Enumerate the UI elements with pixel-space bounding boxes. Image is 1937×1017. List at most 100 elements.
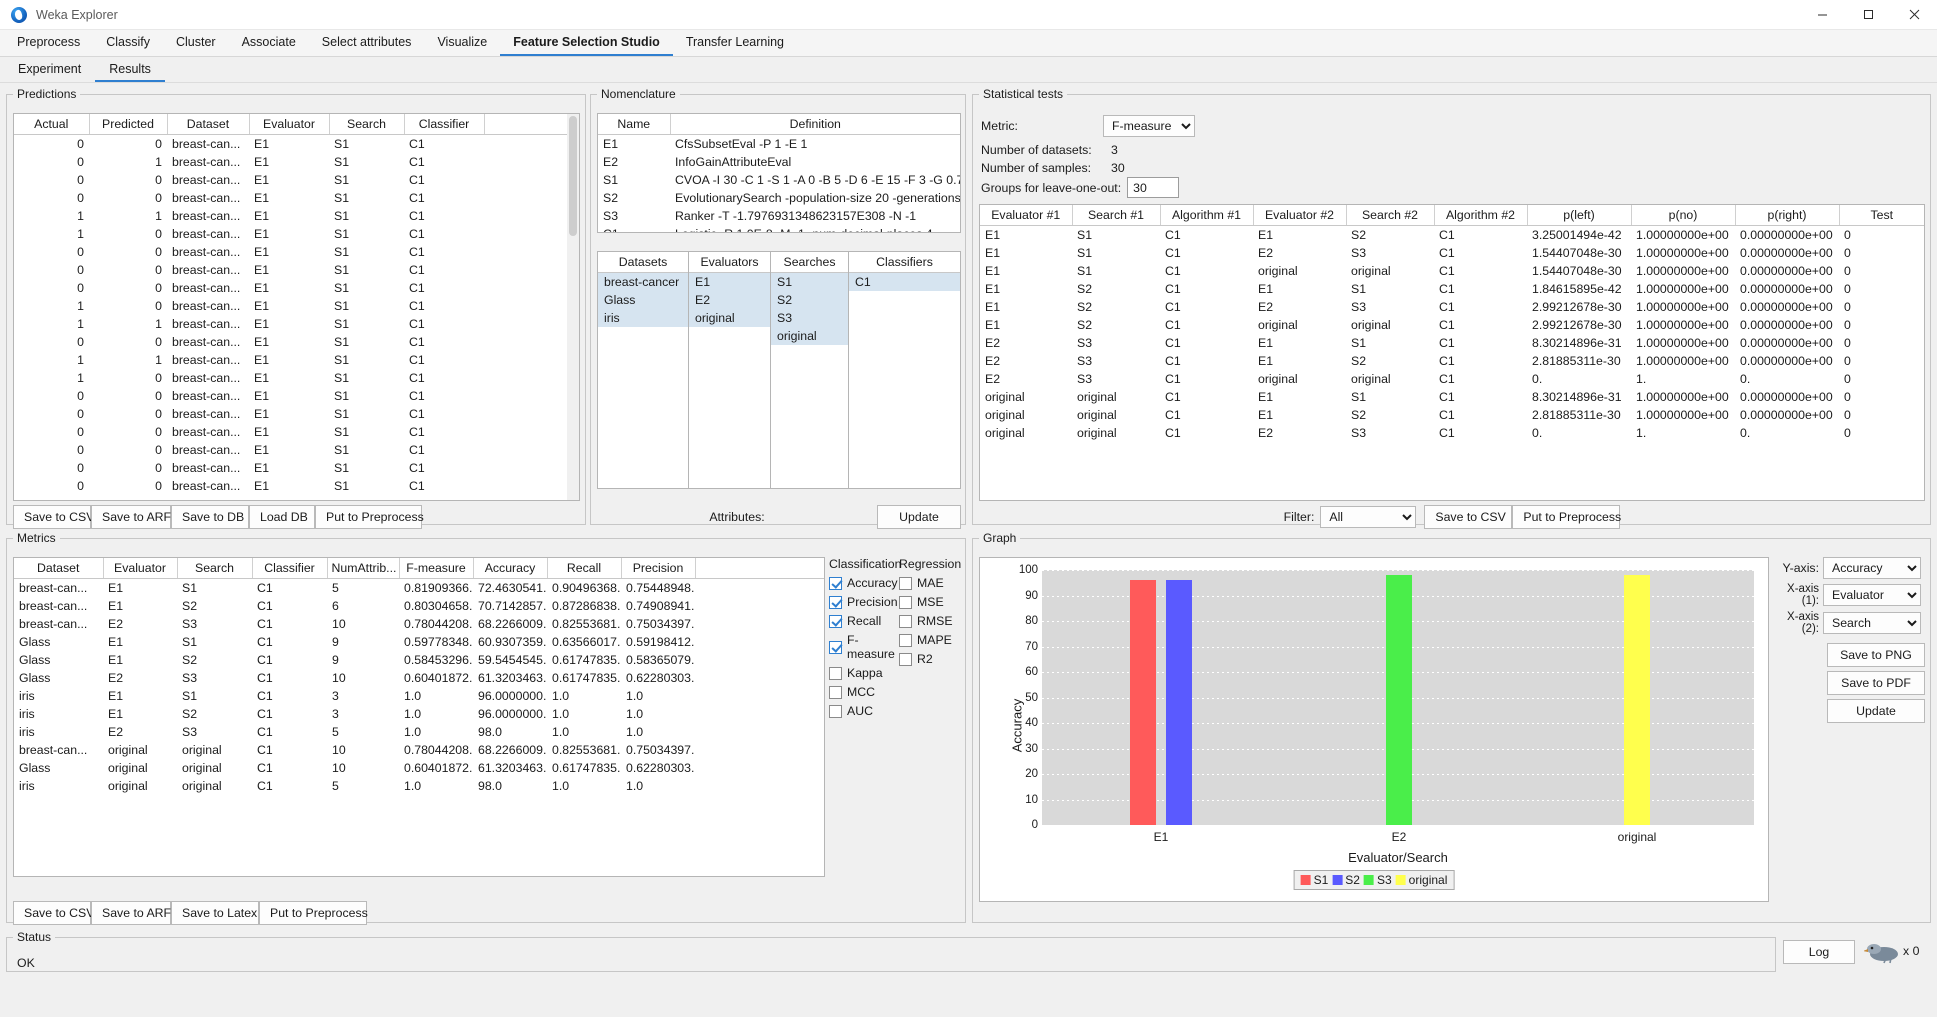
table-row[interactable]: 0 0 breast-can... E1 S1 C1 <box>14 423 579 441</box>
dataset-item[interactable]: iris <box>598 309 688 327</box>
table-row[interactable]: 1 0 breast-can... E1 S1 C1 <box>14 297 579 315</box>
col-m-recall[interactable]: Recall <box>547 558 622 579</box>
filter-select[interactable]: All <box>1320 506 1417 528</box>
col-algorithm-2[interactable]: Algorithm #2 <box>1434 205 1528 226</box>
col-p-left[interactable]: p(left) <box>1527 205 1632 226</box>
table-row[interactable]: Glass E2 S3 C1 10 0.60401872... 61.3203463... 0… <box>14 669 824 687</box>
table-row[interactable]: iris E2 S3 C1 5 1.0 98.0 1.0 1.0 <box>14 723 824 741</box>
metric-select[interactable]: F-measure <box>1103 115 1195 137</box>
checkbox-box[interactable] <box>899 614 912 628</box>
col-p-no[interactable]: p(no) <box>1631 205 1736 226</box>
table-row[interactable]: 0 0 breast-can... E1 S1 C1 <box>14 261 579 279</box>
table-row[interactable]: E1 S1 C1 E2 S3 C1 1.54407048e-30 1.00000000e+00… <box>980 244 1924 262</box>
metrics-save-csv-button[interactable]: Save to CSV <box>13 901 94 925</box>
col-m-precision[interactable]: Precision <box>621 558 696 579</box>
tab-results[interactable]: Results <box>95 57 165 82</box>
tab-experiment[interactable]: Experiment <box>4 57 95 82</box>
table-row[interactable]: 0 0 breast-can... E1 S1 C1 <box>14 333 579 351</box>
col-test[interactable]: Test <box>1839 205 1924 226</box>
table-row[interactable]: S3 Ranker -T -1.7976931348623157E308 -N -… <box>598 207 960 225</box>
classification-mcc-checkbox[interactable]: MCC <box>829 685 895 699</box>
classification-auc-checkbox[interactable]: AUC <box>829 704 895 718</box>
search-item[interactable]: S1 <box>771 273 848 291</box>
predictions-save-db-button[interactable]: Save to DB <box>171 505 249 529</box>
table-row[interactable]: 1 0 breast-can... E1 S1 C1 <box>14 225 579 243</box>
table-row[interactable]: E1 S1 C1 E1 S2 C1 3.25001494e-42 1.00000000e+00… <box>980 226 1924 245</box>
col-evaluator-2[interactable]: Evaluator #2 <box>1253 205 1347 226</box>
searches-listbox[interactable]: Searches S1 S2 S3 original <box>771 251 849 489</box>
x-axis2-select[interactable]: Search <box>1823 612 1921 634</box>
maximize-button[interactable] <box>1845 0 1891 30</box>
minimize-button[interactable] <box>1799 0 1845 30</box>
col-m-evaluator[interactable]: Evaluator <box>103 558 178 579</box>
tab-cluster[interactable]: Cluster <box>163 30 229 56</box>
table-row[interactable]: Glass E1 S2 C1 9 0.58453296... 59.5454545... 0.… <box>14 651 824 669</box>
col-evaluator[interactable]: Evaluator <box>249 114 330 135</box>
col-p-right[interactable]: p(right) <box>1735 205 1840 226</box>
checkbox-box[interactable] <box>829 640 842 654</box>
predictions-scrollbar-thumb[interactable] <box>569 116 577 236</box>
checkbox-box[interactable] <box>899 652 912 666</box>
predictions-put-to-preprocess-button[interactable]: Put to Preprocess <box>315 505 424 529</box>
table-row[interactable]: Glass original original C1 10 0.60401872... 61… <box>14 759 824 777</box>
search-item[interactable]: S3 <box>771 309 848 327</box>
table-row[interactable]: 0 0 breast-can... E1 S1 C1 <box>14 477 579 495</box>
table-row[interactable]: E2 InfoGainAttributeEval <box>598 153 960 171</box>
regression-mae-checkbox[interactable]: MAE <box>899 576 959 590</box>
tab-classify[interactable]: Classify <box>93 30 163 56</box>
x-axis1-select[interactable]: Evaluator <box>1823 584 1921 606</box>
checkbox-box[interactable] <box>829 666 842 680</box>
table-row[interactable]: breast-can... E1 S1 C1 5 0.81909366... 72.4630… <box>14 579 824 598</box>
table-row[interactable]: 0 0 breast-can... E1 S1 C1 <box>14 459 579 477</box>
tab-select-attributes[interactable]: Select attributes <box>309 30 425 56</box>
table-row[interactable]: iris E1 S1 C1 3 1.0 96.0000000... 1.0 1.0 <box>14 687 824 705</box>
table-row[interactable]: Glass E1 S1 C1 9 0.59778348... 60.9307359... 0.… <box>14 633 824 651</box>
tab-visualize[interactable]: Visualize <box>424 30 500 56</box>
tab-transfer-learning[interactable]: Transfer Learning <box>673 30 797 56</box>
classification-accuracy-checkbox[interactable]: Accuracy <box>829 576 898 590</box>
checkbox-box[interactable] <box>899 576 912 590</box>
metrics-put-to-preprocess-button[interactable]: Put to Preprocess <box>259 901 368 925</box>
table-row[interactable]: E2 S3 C1 E1 S1 C1 8.30214896e-31 1.00000000e+00… <box>980 334 1924 352</box>
col-m-search[interactable]: Search <box>177 558 253 579</box>
table-row[interactable]: breast-can... E2 S3 C1 10 0.78044208... 68.226… <box>14 615 824 633</box>
table-row[interactable]: 1 1 breast-can... E1 S1 C1 <box>14 315 579 333</box>
col-search[interactable]: Search <box>329 114 405 135</box>
tab-associate[interactable]: Associate <box>229 30 309 56</box>
table-row[interactable]: 0 0 breast-can... E1 S1 C1 <box>14 441 579 459</box>
evaluator-item[interactable]: original <box>689 309 770 327</box>
checkbox-box[interactable] <box>899 633 912 647</box>
evaluator-item[interactable]: E2 <box>689 291 770 309</box>
tab-preprocess[interactable]: Preprocess <box>4 30 93 56</box>
classification-recall-checkbox[interactable]: Recall <box>829 614 895 628</box>
stats-put-to-preprocess-button[interactable]: Put to Preprocess <box>1512 505 1621 529</box>
table-row[interactable]: E1 S2 C1 E2 S3 C1 2.99212678e-30 1.00000000e+00… <box>980 298 1924 316</box>
search-item[interactable]: S2 <box>771 291 848 309</box>
col-definition[interactable]: Definition <box>670 114 960 135</box>
regression-mape-checkbox[interactable]: MAPE <box>899 633 959 647</box>
log-button[interactable]: Log <box>1783 940 1855 964</box>
classifier-item[interactable]: C1 <box>849 273 960 291</box>
table-row[interactable]: E1 CfsSubsetEval -P 1 -E 1 <box>598 135 960 154</box>
table-row[interactable]: original original C1 E2 S3 C1 0. 1. 0. 0 <box>980 424 1924 442</box>
classification-kappa-checkbox[interactable]: Kappa <box>829 666 895 680</box>
table-row[interactable]: E1 S2 C1 E1 S1 C1 1.84615895e-42 1.00000000e+00… <box>980 280 1924 298</box>
col-evaluator-1[interactable]: Evaluator #1 <box>980 205 1073 226</box>
table-row[interactable]: iris original original C1 5 1.0 98.0 1.0 1.0 <box>14 777 824 795</box>
nomenclature-update-button[interactable]: Update <box>877 505 961 529</box>
classification-precision-checkbox[interactable]: Precision <box>829 595 898 609</box>
table-row[interactable]: 0 0 breast-can... E1 S1 C1 <box>14 135 579 154</box>
col-search-2[interactable]: Search #2 <box>1346 205 1435 226</box>
table-row[interactable]: S2 EvolutionarySearch -population-size 20… <box>598 189 960 207</box>
metrics-save-latex-button[interactable]: Save to Latex <box>171 901 259 925</box>
table-row[interactable]: 0 0 breast-can... E1 S1 C1 <box>14 279 579 297</box>
table-row[interactable]: 1 1 breast-can... E1 S1 C1 <box>14 207 579 225</box>
col-m-fmeasure[interactable]: F-measure <box>399 558 474 579</box>
classifiers-listbox[interactable]: Classifiers C1 <box>849 251 961 489</box>
table-row[interactable]: E2 S3 C1 original original C1 0. 1. 0. 0 <box>980 370 1924 388</box>
stats-save-csv-button[interactable]: Save to CSV <box>1424 505 1513 529</box>
evaluators-listbox[interactable]: Evaluators E1 E2 original <box>689 251 771 489</box>
predictions-save-arff-button[interactable]: Save to ARFF <box>91 505 179 529</box>
table-row[interactable]: 0 0 breast-can... E1 S1 C1 <box>14 405 579 423</box>
save-to-pdf-button[interactable]: Save to PDF <box>1827 671 1925 695</box>
